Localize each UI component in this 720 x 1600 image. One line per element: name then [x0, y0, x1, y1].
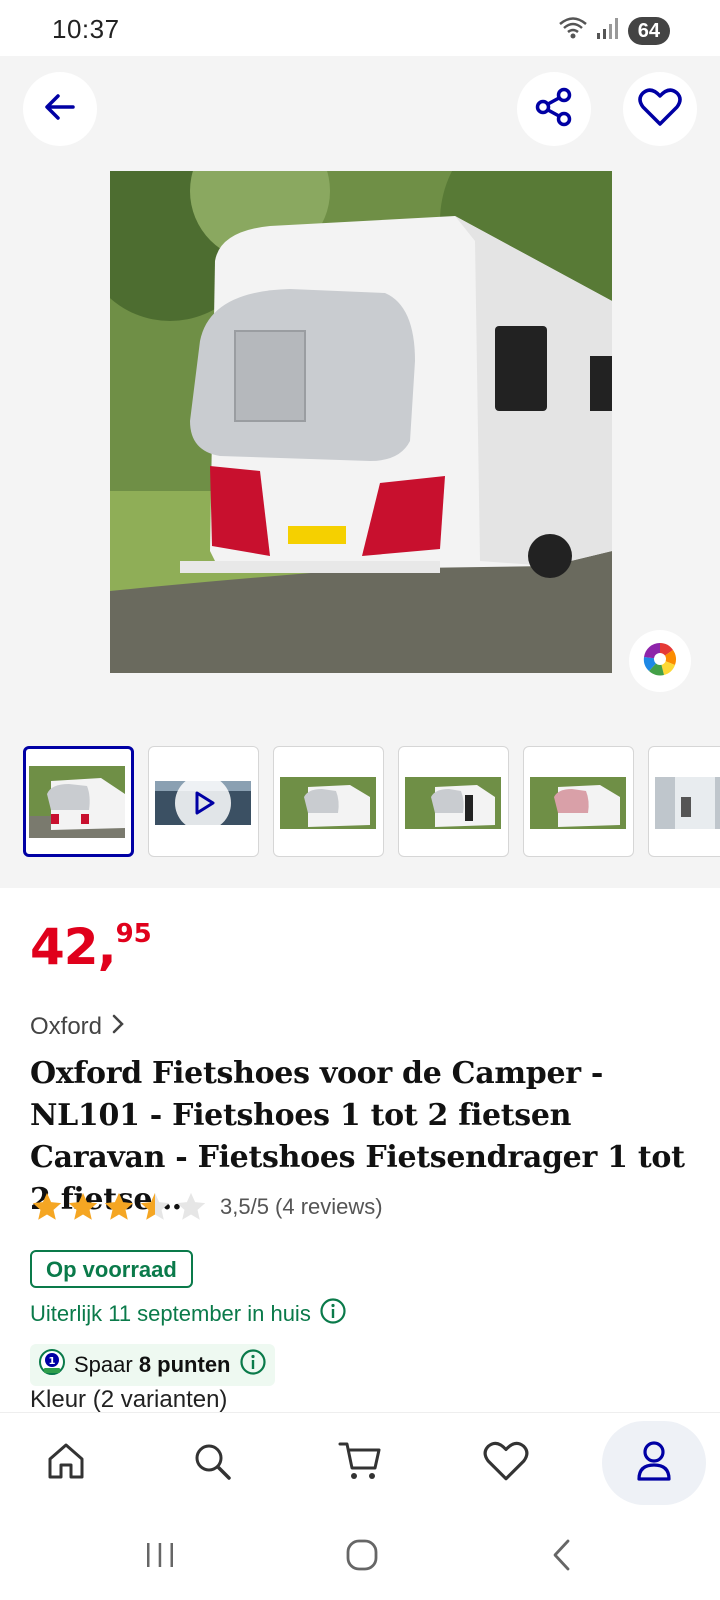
points-prefix: Spaar	[74, 1352, 139, 1377]
thumbnail-3[interactable]	[273, 746, 384, 857]
nav-search[interactable]	[162, 1413, 262, 1513]
search-icon	[190, 1439, 234, 1488]
status-bar: 10:37 64	[0, 0, 720, 56]
points-badge-icon: 1	[38, 1348, 66, 1382]
favorite-button[interactable]	[623, 72, 697, 146]
arrow-left-icon	[43, 90, 77, 129]
delivery-info[interactable]: Uiterlijk 11 september in huis	[30, 1297, 347, 1331]
color-wheel-icon	[642, 641, 678, 682]
points-text: Spaar 8 punten	[74, 1352, 231, 1378]
star-empty-icon	[176, 1192, 206, 1220]
heart-icon	[483, 1440, 529, 1487]
loyalty-points[interactable]: 1 Spaar 8 punten	[30, 1344, 275, 1386]
thumbnail-strip[interactable]	[23, 746, 720, 858]
nav-favorites[interactable]	[456, 1413, 556, 1513]
bottom-navigation	[0, 1412, 720, 1512]
star-full-icon	[68, 1192, 98, 1220]
recents-button[interactable]	[130, 1532, 190, 1582]
price-cents: 95	[115, 919, 152, 949]
nav-home[interactable]	[16, 1413, 116, 1513]
signal-icon	[596, 16, 620, 45]
nav-account[interactable]	[602, 1421, 706, 1505]
star-full-icon	[104, 1192, 134, 1220]
home-system-button[interactable]	[332, 1532, 392, 1582]
price-main: 42,	[30, 918, 117, 976]
system-navigation	[0, 1512, 720, 1600]
chevron-right-icon	[112, 1013, 124, 1041]
info-icon[interactable]	[239, 1348, 267, 1382]
thumbnail-5[interactable]	[523, 746, 634, 857]
recents-icon	[143, 1540, 177, 1575]
rating-stars	[30, 1190, 208, 1224]
back-chevron-icon	[550, 1538, 574, 1577]
back-button[interactable]	[23, 72, 97, 146]
account-icon	[634, 1439, 674, 1488]
color-picker-button[interactable]	[629, 630, 691, 692]
share-button[interactable]	[517, 72, 591, 146]
battery-indicator: 64	[627, 16, 670, 45]
points-value: 8 punten	[138, 1352, 231, 1377]
home-circle-icon	[345, 1538, 379, 1577]
product-gallery	[0, 56, 720, 888]
thumbnail-2-video[interactable]	[148, 746, 259, 857]
stock-badge: Op voorraad	[30, 1250, 193, 1288]
star-full-icon	[32, 1192, 62, 1220]
rating-text: 3,5/5 (4 reviews)	[220, 1194, 383, 1219]
play-icon-bg	[175, 775, 231, 831]
thumbnail-6[interactable]	[648, 746, 720, 857]
home-icon	[44, 1439, 88, 1488]
product-price: 42,95	[30, 918, 152, 976]
brand-link[interactable]: Oxford	[30, 1013, 124, 1041]
cart-icon	[337, 1438, 383, 1489]
back-system-button[interactable]	[532, 1532, 592, 1582]
delivery-text: Uiterlijk 11 september in huis	[30, 1301, 311, 1326]
status-icons: 64	[558, 15, 670, 46]
product-rating[interactable]: 3,5/5 (4 reviews)	[30, 1190, 383, 1224]
brand-name: Oxford	[30, 1013, 103, 1040]
svg-text:1: 1	[49, 1356, 56, 1367]
thumbnail-4[interactable]	[398, 746, 509, 857]
variants-label: Kleur (2 varianten)	[30, 1386, 228, 1413]
product-main-image[interactable]	[110, 171, 612, 673]
thumbnail-1[interactable]	[23, 746, 134, 857]
info-icon[interactable]	[319, 1297, 347, 1331]
star-half-icon	[140, 1192, 170, 1220]
heart-icon	[638, 87, 682, 132]
share-icon	[534, 87, 574, 132]
wifi-icon	[558, 15, 588, 46]
nav-cart[interactable]	[310, 1413, 410, 1513]
status-time: 10:37	[52, 14, 120, 44]
